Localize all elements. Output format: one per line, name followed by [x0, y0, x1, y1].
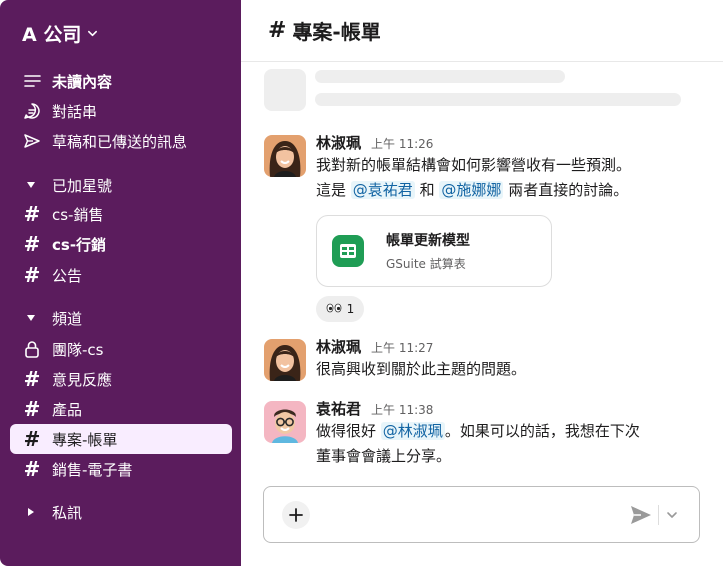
text-segment: 兩者直接的討論。 — [508, 181, 629, 199]
channel-view: # 專案-帳單 林淑珮 上午 11:26 我對新的帳單結構會如何影響營收有一些預… — [241, 0, 723, 566]
spreadsheet-icon — [332, 235, 364, 267]
message-text: 很高興收到關於此主題的問題。 — [316, 360, 527, 378]
unread-list-icon — [22, 71, 42, 91]
message-timestamp[interactable]: 上午 11:26 — [371, 135, 433, 152]
workspace-name: A 公司 — [22, 24, 82, 46]
loading-placeholder-avatar — [264, 69, 306, 111]
text-segment: 這是 — [316, 181, 347, 199]
text-segment: 。如果可以的話，我想在下次 — [444, 422, 640, 440]
caret-right-icon — [24, 502, 38, 522]
section-direct-messages[interactable]: 私訊 — [10, 497, 232, 527]
text-segment: 做得很好 — [316, 422, 377, 440]
channel-header: # 專案-帳單 — [241, 0, 723, 62]
hash-icon: # — [23, 367, 41, 391]
send-icon — [22, 131, 42, 151]
hash-icon: # — [23, 427, 41, 451]
sidebar-item-team-cs[interactable]: 團隊-cs — [10, 334, 232, 364]
loading-placeholder-line — [315, 70, 565, 83]
message-body: 袁祐君 上午 11:38 做得很好 @林淑珮 。如果可以的話，我想在下次 董事會會… — [316, 398, 716, 469]
send-icon[interactable] — [629, 504, 653, 526]
sidebar-item-cs-marketing[interactable]: # cs-行銷 — [10, 229, 232, 259]
sidebar-item-unread[interactable]: 未讀內容 — [10, 66, 232, 96]
avatar[interactable] — [264, 135, 306, 177]
sidebar-item-project-billing[interactable]: # 專案-帳單 — [10, 424, 232, 454]
mention-link[interactable]: @袁祐君 — [350, 181, 415, 199]
divider — [658, 505, 659, 525]
message-body: 林淑珮 上午 11:26 我對新的帳單結構會如何影響營收有一些預測。 這是 @袁… — [316, 132, 716, 203]
sidebar-item-feedback[interactable]: # 意見反應 — [10, 364, 232, 394]
sidebar-item-label: 銷售-電子書 — [52, 460, 133, 479]
sidebar-item-label: 未讀內容 — [52, 72, 113, 91]
message-text: 我對新的帳單結構會如何影響營收有一些預測。 這是 @袁祐君 和 @施娜娜 兩者直… — [316, 153, 716, 203]
threads-icon — [22, 101, 42, 121]
sidebar-item-label: cs-行銷 — [52, 235, 107, 254]
hash-icon: # — [23, 202, 41, 226]
section-label: 已加星號 — [52, 176, 113, 195]
message-header: 林淑珮 上午 11:27 — [316, 336, 716, 356]
message-timestamp[interactable]: 上午 11:27 — [371, 339, 433, 356]
hash-icon: # — [23, 397, 41, 421]
sidebar-item-drafts-sent[interactable]: 草稿和已傳送的訊息 — [10, 126, 232, 156]
caret-down-icon — [24, 175, 38, 195]
sidebar-item-label: 公告 — [52, 266, 83, 285]
mention-link[interactable]: @施娜娜 — [439, 181, 504, 199]
sidebar: A 公司 未讀內容 對話串 草稿和已傳送的訊息 已加星號 # cs-銷售 # c… — [0, 0, 241, 566]
section-label: 頻道 — [52, 309, 83, 328]
section-label: 私訊 — [52, 503, 83, 522]
caret-down-icon — [24, 308, 38, 328]
add-attachment-button[interactable] — [282, 501, 310, 529]
text-segment: 和 — [419, 181, 435, 199]
message-line: 做得很好 @林淑珮 。如果可以的話，我想在下次 — [316, 419, 716, 444]
message-body: 林淑珮 上午 11:27 很高興收到關於此主題的問題。 — [316, 336, 716, 382]
hash-icon: # — [268, 18, 287, 43]
eyes-emoji-icon — [326, 303, 342, 316]
loading-placeholder-line — [315, 93, 681, 106]
chevron-down-icon[interactable] — [665, 507, 679, 523]
hash-icon: # — [23, 457, 41, 481]
sidebar-item-sales-ebook[interactable]: # 銷售-電子書 — [10, 454, 232, 484]
hash-icon: # — [23, 263, 41, 287]
avatar[interactable] — [264, 339, 306, 381]
reaction-count: 1 — [346, 302, 355, 316]
reaction-eyes[interactable]: 1 — [316, 296, 364, 322]
chevron-down-icon — [88, 30, 98, 37]
sidebar-item-label: cs-銷售 — [52, 205, 104, 224]
sidebar-item-label: 草稿和已傳送的訊息 — [52, 132, 188, 151]
mention-link[interactable]: @林淑珮 — [380, 422, 445, 440]
message-line: 我對新的帳單結構會如何影響營收有一些預測。 — [316, 156, 632, 174]
section-starred[interactable]: 已加星號 — [10, 170, 232, 200]
section-channels[interactable]: 頻道 — [10, 303, 232, 333]
sidebar-item-label: 團隊-cs — [52, 340, 104, 359]
message-line: 這是 @袁祐君 和 @施娜娜 兩者直接的討論。 — [316, 178, 716, 203]
message-header: 袁祐君 上午 11:38 — [316, 398, 716, 418]
message-author[interactable]: 林淑珮 — [316, 132, 361, 153]
lock-icon — [22, 339, 42, 359]
hash-icon: # — [23, 232, 41, 256]
sidebar-item-label: 對話串 — [52, 102, 98, 121]
sidebar-item-label: 意見反應 — [52, 370, 113, 389]
file-attachment-card[interactable]: 帳單更新模型 GSuite 試算表 — [316, 215, 552, 287]
slack-app: A 公司 未讀內容 對話串 草稿和已傳送的訊息 已加星號 # cs-銷售 # c… — [0, 0, 723, 566]
message-timestamp[interactable]: 上午 11:38 — [371, 401, 433, 418]
attachment-info: 帳單更新模型 GSuite 試算表 — [386, 230, 470, 272]
message-author[interactable]: 林淑珮 — [316, 336, 361, 357]
message-text: 做得很好 @林淑珮 。如果可以的話，我想在下次 董事會會議上分享。 — [316, 419, 716, 469]
attachment-subtitle: GSuite 試算表 — [386, 257, 466, 271]
message-composer[interactable] — [263, 486, 700, 543]
channel-title[interactable]: 專案-帳單 — [292, 16, 380, 45]
sidebar-item-announcements[interactable]: # 公告 — [10, 260, 232, 290]
plus-icon — [289, 508, 303, 522]
message-header: 林淑珮 上午 11:26 — [316, 132, 716, 152]
sidebar-item-label: 產品 — [52, 400, 83, 419]
workspace-switcher[interactable]: A 公司 — [22, 20, 98, 47]
avatar[interactable] — [264, 401, 306, 443]
message-line: 董事會會議上分享。 — [316, 447, 452, 465]
sidebar-item-label: 專案-帳單 — [52, 430, 118, 449]
message-author[interactable]: 袁祐君 — [316, 398, 361, 419]
sidebar-item-product[interactable]: # 產品 — [10, 394, 232, 424]
sidebar-item-cs-sales[interactable]: # cs-銷售 — [10, 199, 232, 229]
attachment-title: 帳單更新模型 — [386, 233, 470, 249]
sidebar-item-threads[interactable]: 對話串 — [10, 96, 232, 126]
